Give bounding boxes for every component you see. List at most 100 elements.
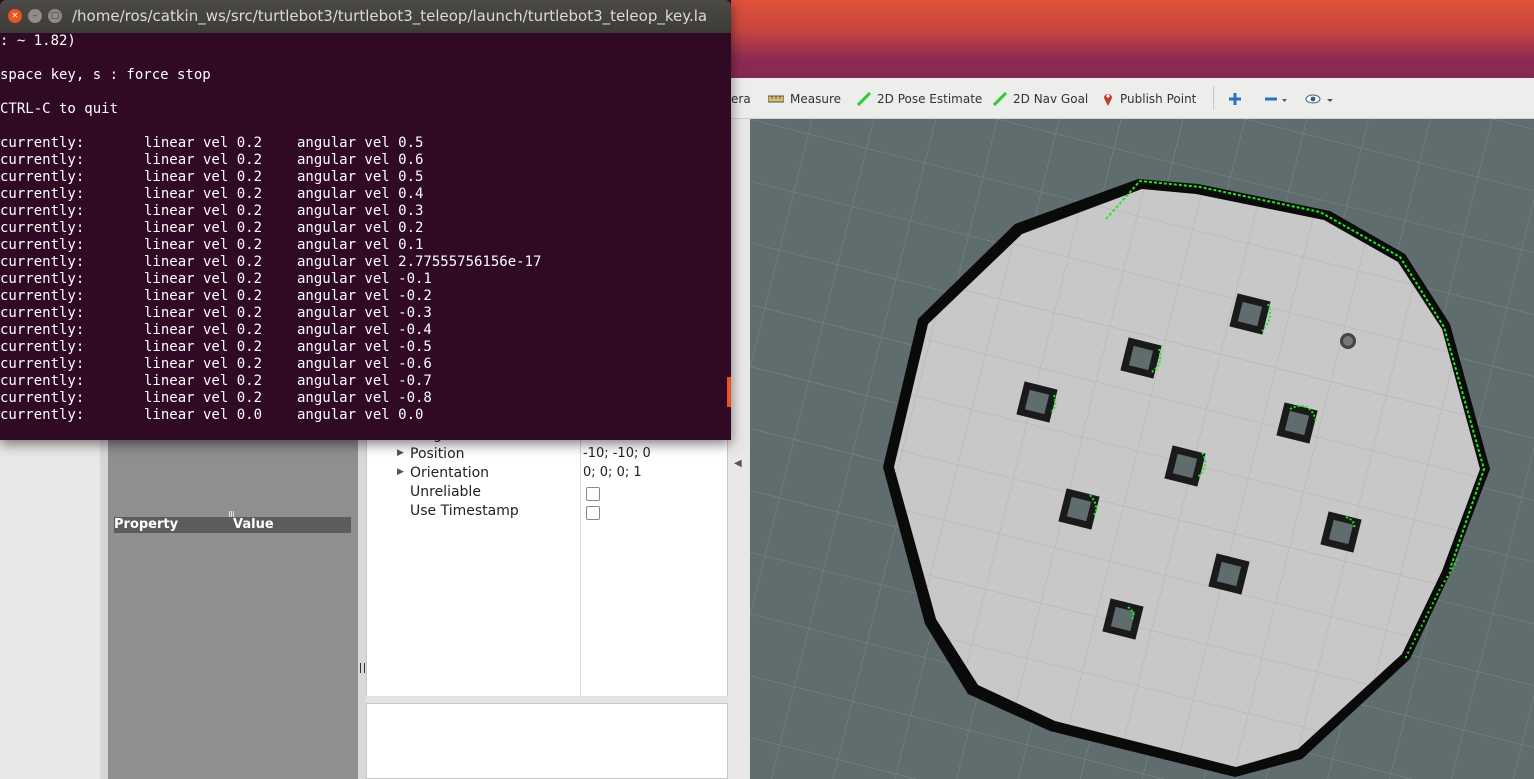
- angular-velocity: angular vel 0.5: [297, 135, 424, 151]
- description-panel: [366, 703, 728, 779]
- expand-arrow-icon[interactable]: ▶: [397, 448, 404, 458]
- measure-tool-button[interactable]: Measure: [768, 88, 841, 110]
- rviz-3d-viewport[interactable]: [750, 119, 1534, 779]
- angular-velocity: angular vel 0.1: [297, 237, 424, 253]
- plus-icon: [1229, 93, 1241, 105]
- close-icon[interactable]: ×: [8, 9, 22, 23]
- linear-velocity: linear vel 0.2: [144, 254, 263, 270]
- linear-velocity: linear vel 0.2: [144, 237, 263, 253]
- collapse-left-arrow-icon[interactable]: ◀: [734, 458, 742, 469]
- line-label: currently:: [0, 237, 85, 253]
- linear-velocity: linear vel 0.2: [144, 373, 263, 389]
- line-label: currently:: [0, 305, 85, 321]
- property-row-unreliable[interactable]: Unreliable: [367, 484, 727, 503]
- minus-icon: [1265, 97, 1287, 102]
- linear-velocity: linear vel 0.2: [144, 220, 263, 236]
- angular-velocity: angular vel 0.2: [297, 220, 424, 236]
- angular-velocity: angular vel -0.2: [297, 288, 432, 304]
- measure-tool-label: Measure: [790, 92, 841, 106]
- property-value[interactable]: -10; -10; 0: [583, 446, 651, 461]
- angular-velocity: angular vel 0.6: [297, 152, 424, 168]
- line-label: currently:: [0, 186, 85, 202]
- minimize-icon[interactable]: –: [28, 9, 42, 23]
- pose-estimate-tool-button[interactable]: 2D Pose Estimate: [857, 88, 982, 110]
- linear-velocity: linear vel 0.2: [144, 356, 263, 372]
- line-label: currently:: [0, 271, 85, 287]
- publish-point-tool-button[interactable]: Publish Point: [1102, 88, 1196, 110]
- line-label: currently:: [0, 220, 85, 236]
- property-name: Use Timestamp: [410, 503, 519, 519]
- linear-velocity: linear vel 0.2: [144, 203, 263, 219]
- line-label: currently:: [0, 135, 85, 151]
- camera-tool-label: era: [731, 92, 751, 106]
- maximize-icon[interactable]: □: [48, 9, 62, 23]
- expand-arrow-icon[interactable]: ▶: [397, 467, 404, 477]
- line-label: currently:: [0, 339, 85, 355]
- use-timestamp-checkbox[interactable]: [586, 506, 600, 520]
- property-table-header: Property Value: [114, 517, 351, 533]
- line-label: currently:: [0, 356, 85, 372]
- publish-point-tool-label: Publish Point: [1120, 92, 1197, 106]
- angular-velocity: angular vel 0.3: [297, 203, 424, 219]
- property-row-position[interactable]: ▶ Position -10; -10; 0: [367, 446, 727, 465]
- terminal-window[interactable]: × – □ /home/ros/catkin_ws/src/turtlebot3…: [0, 0, 731, 440]
- angular-velocity: angular vel 0.4: [297, 186, 424, 202]
- property-row-use-timestamp[interactable]: Use Timestamp: [367, 503, 727, 522]
- linear-velocity: linear vel 0.2: [144, 305, 263, 321]
- line-label: currently:: [0, 288, 85, 304]
- line-label: currently:: [0, 322, 85, 338]
- terminal-scrollbar[interactable]: [727, 377, 731, 407]
- camera-tool-button[interactable]: era: [731, 88, 751, 110]
- angular-velocity: angular vel 0.0: [297, 407, 424, 423]
- line-label: currently:: [0, 373, 85, 389]
- linear-velocity: linear vel 0.2: [144, 322, 263, 338]
- property-row-orientation[interactable]: ▶ Orientation 0; 0; 0; 1: [367, 465, 727, 484]
- angular-velocity: angular vel -0.5: [297, 339, 432, 355]
- linear-velocity: linear vel 0.2: [144, 390, 263, 406]
- property-name: Unreliable: [410, 484, 481, 500]
- line-label: currently:: [0, 152, 85, 168]
- linear-velocity: linear vel 0.2: [144, 271, 263, 287]
- linear-velocity: linear vel 0.2: [144, 288, 263, 304]
- view-tool-button[interactable]: [1305, 88, 1341, 110]
- terminal-line: : ~ 1.82): [0, 33, 76, 49]
- toolbar-separator: [1213, 86, 1214, 110]
- property-value[interactable]: 0; 0; 0; 1: [583, 465, 642, 480]
- pose-estimate-tool-label: 2D Pose Estimate: [877, 92, 983, 106]
- property-name: Position: [410, 446, 465, 462]
- line-label: currently:: [0, 203, 85, 219]
- occupancy-map-render[interactable]: [750, 119, 1534, 779]
- angular-velocity: angular vel -0.7: [297, 373, 432, 389]
- line-label: currently:: [0, 169, 85, 185]
- property-name: Orientation: [410, 465, 490, 481]
- linear-velocity: linear vel 0.2: [144, 339, 263, 355]
- unreliable-checkbox[interactable]: [586, 487, 600, 501]
- angular-velocity: angular vel -0.8: [297, 390, 432, 406]
- linear-velocity: linear vel 0.2: [144, 169, 263, 185]
- terminal-output[interactable]: : ~ 1.82) space key, s : force stop CTRL-C…: [0, 33, 731, 440]
- terminal-line: space key, s : force stop: [0, 67, 211, 83]
- terminal-titlebar[interactable]: × – □ /home/ros/catkin_ws/src/turtlebot3…: [0, 0, 731, 33]
- terminal-title: /home/ros/catkin_ws/src/turtlebot3/turtl…: [72, 7, 708, 25]
- angular-velocity: angular vel 0.5: [297, 169, 424, 185]
- property-column-header[interactable]: Property: [114, 517, 178, 532]
- value-column-header[interactable]: Value: [233, 517, 274, 532]
- angular-velocity: angular vel -0.3: [297, 305, 432, 321]
- map-pin-icon: [1104, 94, 1112, 106]
- remove-tool-button[interactable]: [1264, 88, 1294, 110]
- horizontal-splitter[interactable]: [366, 696, 728, 703]
- ruler-icon: [768, 95, 784, 103]
- angular-velocity: angular vel -0.4: [297, 322, 432, 338]
- green-arrow-icon: [857, 92, 871, 106]
- nav-goal-tool-button[interactable]: 2D Nav Goal: [993, 88, 1088, 110]
- nav-goal-tool-label: 2D Nav Goal: [1013, 92, 1089, 106]
- terminal-line: CTRL-C to quit: [0, 101, 119, 117]
- green-arrow-icon: [993, 92, 1007, 106]
- line-label: currently:: [0, 390, 85, 406]
- line-label: currently:: [0, 254, 85, 270]
- splitter-grip[interactable]: [360, 663, 365, 673]
- linear-velocity: linear vel 0.2: [144, 152, 263, 168]
- add-tool-button[interactable]: [1228, 88, 1248, 110]
- angular-velocity: angular vel -0.1: [297, 271, 432, 287]
- linear-velocity: linear vel 0.0: [144, 407, 263, 423]
